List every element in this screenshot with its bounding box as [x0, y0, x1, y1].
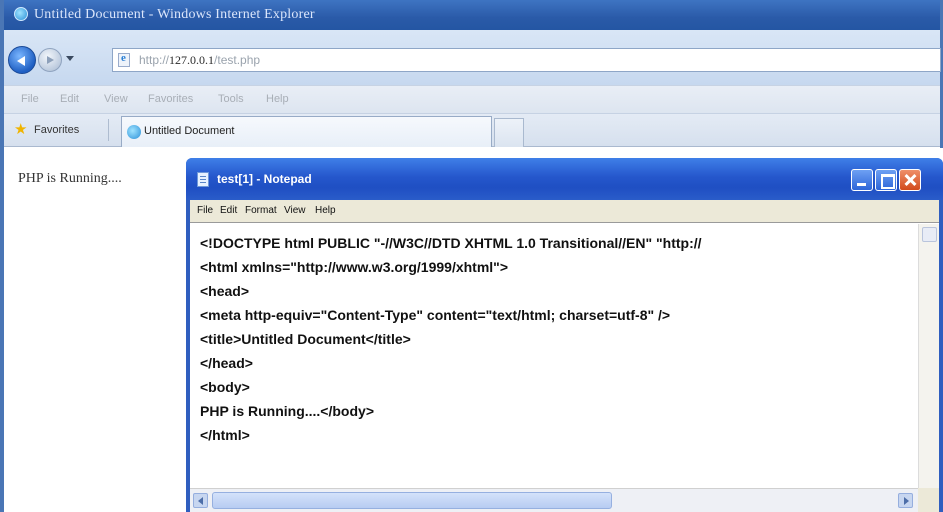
- address-text: http://127.0.0.1/test.php: [139, 53, 260, 68]
- notepad-menu-help[interactable]: Help: [315, 205, 336, 216]
- code-line: PHP is Running....</body>: [200, 403, 374, 419]
- vertical-scrollbar[interactable]: [918, 224, 939, 488]
- tab-label: Untitled Document: [144, 125, 235, 137]
- star-icon[interactable]: ★: [14, 122, 27, 137]
- resize-grip[interactable]: [918, 488, 939, 512]
- ie-menu-view[interactable]: View: [104, 93, 128, 105]
- horizontal-scrollbar[interactable]: [190, 488, 918, 512]
- ie-menu-file[interactable]: File: [21, 93, 39, 105]
- ie-menu-edit[interactable]: Edit: [60, 93, 79, 105]
- code-line: </head>: [200, 355, 253, 371]
- forward-arrow-icon[interactable]: [38, 48, 62, 72]
- notepad-text-area[interactable]: <!DOCTYPE html PUBLIC "-//W3C//DTD XHTML…: [190, 222, 939, 512]
- code-line: </html>: [200, 427, 250, 443]
- toolbar-divider: [108, 119, 109, 141]
- ie-menubar: File Edit View Favorites Tools Help: [4, 85, 940, 113]
- ie-menu-tools[interactable]: Tools: [218, 93, 244, 105]
- notepad-icon: [197, 172, 209, 187]
- code-line: <title>Untitled Document</title>: [200, 331, 411, 347]
- code-line: <!DOCTYPE html PUBLIC "-//W3C//DTD XHTML…: [200, 235, 702, 251]
- notepad-title: test[1] - Notepad: [217, 172, 312, 186]
- new-tab-button[interactable]: [494, 118, 524, 147]
- maximize-icon[interactable]: [875, 169, 897, 191]
- ie-menu-favorites[interactable]: Favorites: [148, 93, 193, 105]
- notepad-titlebar[interactable]: test[1] - Notepad: [186, 158, 943, 200]
- ie-logo-icon: [127, 125, 141, 139]
- close-icon[interactable]: [899, 169, 921, 191]
- minimize-icon[interactable]: [851, 169, 873, 191]
- notepad-lines: <!DOCTYPE html PUBLIC "-//W3C//DTD XHTML…: [200, 231, 916, 447]
- tab-untitled-document[interactable]: Untitled Document: [121, 116, 492, 147]
- notepad-menu-edit[interactable]: Edit: [220, 205, 237, 216]
- ie-logo-icon: [14, 7, 28, 21]
- notepad-menu-format[interactable]: Format: [245, 205, 277, 216]
- recent-pages-dropdown[interactable]: [66, 56, 74, 61]
- address-host: 127.0.0.1: [169, 53, 215, 67]
- scroll-right-button[interactable]: [898, 493, 913, 508]
- address-prefix: http://: [139, 53, 170, 67]
- code-line: <meta http-equiv="Content-Type" content=…: [200, 307, 671, 323]
- notepad-window: test[1] - Notepad File Edit Format View …: [186, 158, 943, 512]
- ie-menu-help[interactable]: Help: [266, 93, 289, 105]
- back-arrow-icon[interactable]: [8, 46, 36, 74]
- scroll-up-button[interactable]: [922, 227, 937, 242]
- code-line: <head>: [200, 283, 250, 299]
- notepad-menu-view[interactable]: View: [284, 205, 306, 216]
- page-body-text: PHP is Running....: [18, 171, 122, 186]
- notepad-menu-file[interactable]: File: [197, 205, 213, 216]
- ie-window-title: Untitled Document - Windows Internet Exp…: [34, 7, 315, 22]
- scroll-left-button[interactable]: [193, 493, 208, 508]
- code-line: <html xmlns="http://www.w3.org/1999/xhtm…: [200, 259, 508, 275]
- horizontal-scroll-thumb[interactable]: [212, 492, 612, 509]
- code-line: <body>: [200, 379, 250, 395]
- page-icon: [118, 52, 130, 67]
- address-input[interactable]: http://127.0.0.1/test.php: [112, 48, 941, 72]
- address-path: /test.php: [214, 53, 261, 67]
- ie-titlebar[interactable]: Untitled Document - Windows Internet Exp…: [4, 0, 940, 30]
- favorites-button[interactable]: Favorites: [34, 124, 79, 136]
- notepad-menubar: File Edit Format View Help: [190, 200, 939, 222]
